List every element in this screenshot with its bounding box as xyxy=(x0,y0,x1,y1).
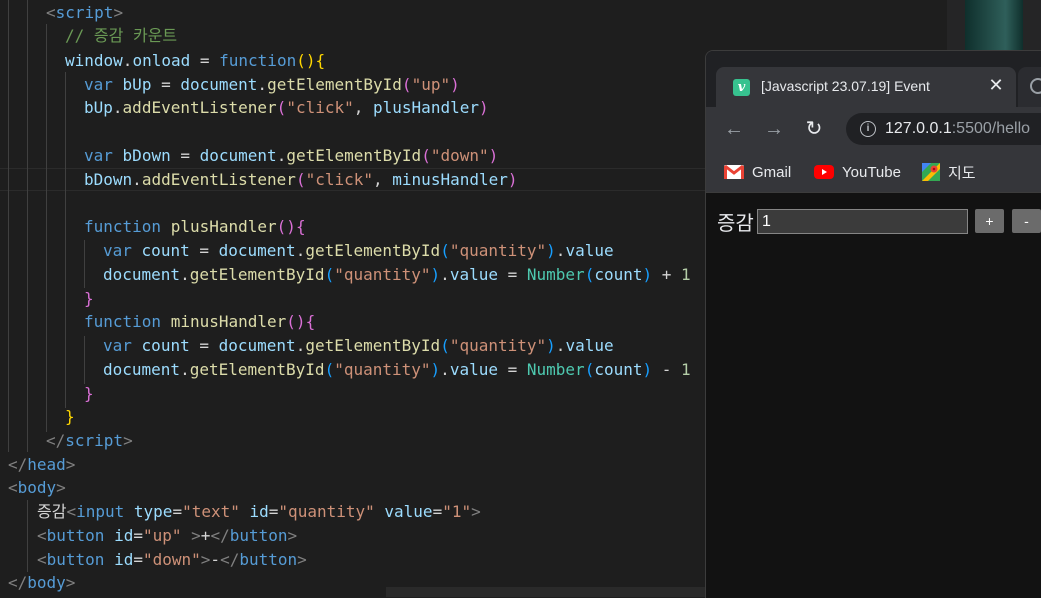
code-line: <script> xyxy=(46,3,124,22)
quantity-label: 증감 xyxy=(717,211,754,235)
code-line: var count = document.getElementById("qua… xyxy=(103,241,614,260)
code-line: document.getElementById("quantity").valu… xyxy=(103,360,691,379)
tab-strip: v [Javascript 23.07.19] Event ✕ xyxy=(706,51,1041,107)
url-text: 127.0.0.1:5500/hello xyxy=(885,120,1030,138)
code-line: <body> xyxy=(8,478,66,497)
bookmarks-bar: Gmail YouTube 지도 xyxy=(706,151,1041,193)
code-line: var bUp = document.getElementById("up") xyxy=(84,75,460,94)
indent-guide xyxy=(84,240,85,288)
tab-close-icon[interactable]: ✕ xyxy=(986,75,1006,95)
bookmark-youtube[interactable]: YouTube xyxy=(814,161,901,183)
vue-favicon-icon: v xyxy=(733,79,750,96)
back-button[interactable]: ← xyxy=(722,117,746,141)
reload-button[interactable]: ↻ xyxy=(802,117,826,141)
browser-toolbar: ← → ↻ i 127.0.0.1:5500/hello xyxy=(706,107,1041,151)
browser-tab-inactive[interactable] xyxy=(1018,67,1041,107)
maps-icon xyxy=(922,163,940,181)
globe-icon xyxy=(1030,78,1041,94)
code-line: // 증감 카운트 xyxy=(65,26,178,45)
code-line: var bDown = document.getElementById("dow… xyxy=(84,146,499,165)
youtube-icon xyxy=(814,165,834,179)
site-info-icon[interactable]: i xyxy=(860,121,876,137)
indent-guide xyxy=(65,72,66,408)
address-bar[interactable]: i 127.0.0.1:5500/hello xyxy=(846,113,1041,145)
code-line: function plusHandler(){ xyxy=(84,217,306,236)
horizontal-scrollbar[interactable] xyxy=(386,587,706,597)
code-line: document.getElementById("quantity").valu… xyxy=(103,265,691,284)
indent-guide xyxy=(46,24,47,432)
code-line: window.onload = function(){ xyxy=(65,51,326,70)
code-line: function minusHandler(){ xyxy=(84,312,316,331)
tab-title: [Javascript 23.07.19] Event xyxy=(761,78,930,94)
code-line: } xyxy=(84,384,94,403)
quantity-input[interactable]: 1 xyxy=(757,209,968,234)
indent-guide xyxy=(8,0,9,452)
code-line: </head> xyxy=(8,455,76,474)
plus-button[interactable]: + xyxy=(975,209,1004,233)
bookmark-label: YouTube xyxy=(842,163,901,181)
page-viewport: 증감 1 + - xyxy=(706,193,1041,598)
code-line: var count = document.getElementById("qua… xyxy=(103,336,614,355)
code-line: } xyxy=(84,289,94,308)
url-host: 127.0.0.1 xyxy=(885,120,952,137)
code-line: </body> xyxy=(8,573,76,592)
bookmark-label: 지도 xyxy=(948,164,976,182)
indent-guide xyxy=(27,500,28,572)
browser-window: v [Javascript 23.07.19] Event ✕ ← → ↻ i … xyxy=(705,50,1041,598)
minus-button[interactable]: - xyxy=(1012,209,1041,233)
code-line: <button id="down">-</button> xyxy=(37,550,307,569)
code-line: 증감<input type="text" id="quantity" value… xyxy=(37,502,481,521)
bookmark-maps[interactable]: 지도 xyxy=(922,161,976,183)
indent-guide xyxy=(84,336,85,384)
url-path: :5500/hello xyxy=(951,120,1031,137)
code-line: </script> xyxy=(46,431,133,450)
code-line: bDown.addEventListener("click", minusHan… xyxy=(84,170,518,189)
gmail-icon xyxy=(724,164,744,179)
preview-thumbnail xyxy=(965,0,1023,50)
forward-button[interactable]: → xyxy=(762,117,786,141)
browser-tab-active[interactable]: v [Javascript 23.07.19] Event ✕ xyxy=(716,67,1016,107)
indent-guide xyxy=(27,0,28,452)
bookmark-label: Gmail xyxy=(752,163,792,181)
code-line: } xyxy=(65,407,75,426)
bookmark-gmail[interactable]: Gmail xyxy=(724,161,791,183)
code-line: <button id="up" >+</button> xyxy=(37,526,298,545)
code-line: bUp.addEventListener("click", plusHandle… xyxy=(84,98,489,117)
